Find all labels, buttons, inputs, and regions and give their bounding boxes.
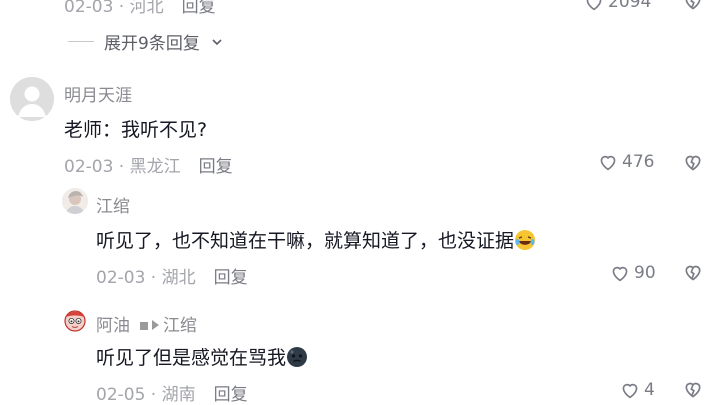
reply-header: 阿油 江绾 <box>96 311 197 336</box>
broken-heart-icon[interactable] <box>683 0 703 11</box>
avatar[interactable] <box>62 307 88 333</box>
reply-target-username[interactable]: 江绾 <box>163 316 197 336</box>
reply-button[interactable]: 回复 <box>214 385 248 405</box>
reply-button[interactable]: 回复 <box>199 157 233 177</box>
chevron-down-icon <box>212 38 222 45</box>
like-button-top[interactable]: 2094 <box>584 0 651 12</box>
reply-button[interactable]: 回复 <box>214 268 248 288</box>
heart-outline-icon <box>586 0 602 11</box>
avatar[interactable] <box>10 77 54 121</box>
broken-heart-icon[interactable] <box>683 152 703 172</box>
comment-text: 听见了，也不知道在干嘛，就算知道了，也没证据 <box>96 226 536 253</box>
heart-outline-icon <box>612 266 628 282</box>
comment-text: 老师：我听不见? <box>64 119 208 141</box>
heart-outline-icon <box>600 155 616 171</box>
author-badge-icon <box>140 322 148 330</box>
like-button[interactable]: 90 <box>610 263 656 283</box>
comment-text: 听见了但是感觉在骂我 <box>96 343 308 370</box>
default-avatar-icon <box>10 77 54 121</box>
comment-username[interactable]: 阿油 <box>96 316 130 336</box>
laughing-tears-emoji <box>515 230 536 250</box>
like-button[interactable]: 476 <box>598 152 654 172</box>
divider-line <box>68 41 94 42</box>
reply-button-top[interactable]: 回复 <box>182 0 216 17</box>
broken-heart-icon[interactable] <box>683 379 703 399</box>
comment-meta: 02-03 · 湖北 回复 <box>96 268 248 288</box>
avatar[interactable] <box>62 188 88 214</box>
comment-username[interactable]: 江绾 <box>96 192 130 217</box>
comment-meta: 02-03 · 黑龙江 回复 <box>64 157 233 177</box>
heart-outline-icon <box>622 383 638 399</box>
user-photo-icon <box>62 188 88 214</box>
broken-heart-icon[interactable] <box>683 262 703 282</box>
cartoon-face-icon <box>62 307 88 333</box>
reply-arrow-icon <box>152 320 159 330</box>
comment-meta: 02-05 · 湖南 回复 <box>96 385 248 405</box>
dark-sad-face-emoji <box>287 347 308 367</box>
like-button[interactable]: 4 <box>620 380 655 400</box>
expand-replies-button[interactable]: 展开9条回复 <box>68 29 224 54</box>
comment-meta-top: 02-03 · 河北 回复 <box>64 0 216 17</box>
comment-username[interactable]: 明月天涯 <box>64 81 132 106</box>
